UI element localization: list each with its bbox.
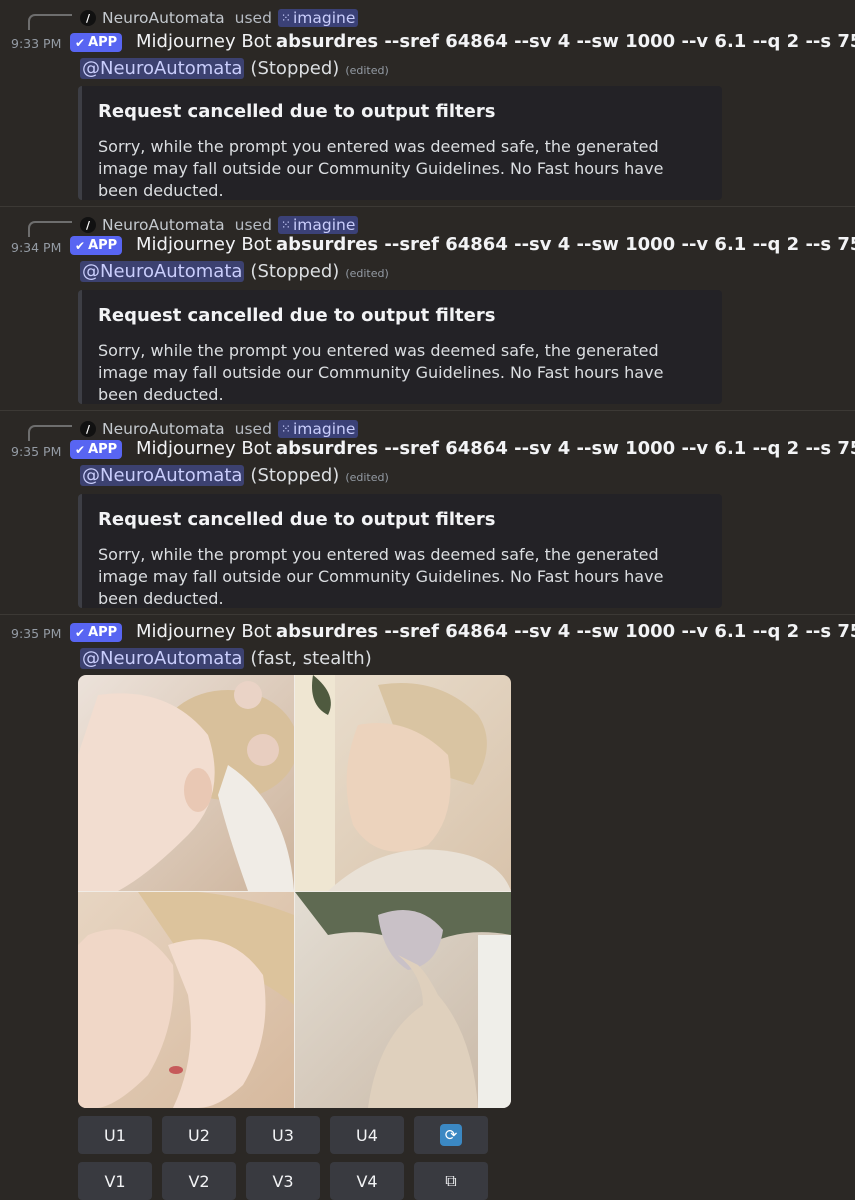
reply-username[interactable]: NeuroAutomata [102,420,225,438]
reroll-button[interactable]: ⟳ [414,1116,488,1154]
embed-description: Sorry, while the prompt you entered was … [98,137,664,200]
reply-username[interactable]: NeuroAutomata [102,9,225,27]
command-name: imagine [292,9,356,27]
slash-command-icon: / [80,421,96,437]
generated-image-grid[interactable] [78,675,511,1108]
grid-dots-icon: ⁙ [280,422,291,436]
upscale-3-button[interactable]: U3 [246,1116,320,1154]
user-mention[interactable]: @NeuroAutomata [80,261,245,282]
prompt-text: absurdres --sref 64864 --sv 4 --sw 1000 … [276,621,855,642]
message-line2: @NeuroAutomata (Stopped) (edited) [80,261,389,282]
bot-name[interactable]: Midjourney Bot [136,31,272,52]
slash-command-icon: / [80,10,96,26]
timestamp[interactable]: 9:35 PM [11,444,61,459]
bot-name[interactable]: Midjourney Bot [136,234,272,255]
checkmark-icon: ✔ [75,238,86,253]
prompt-text: absurdres --sref 64864 --sv 4 --sw 1000 … [276,234,855,255]
variation-4-button[interactable]: V4 [330,1162,404,1200]
grid-dots-icon: ⁙ [280,218,291,232]
user-mention[interactable]: @NeuroAutomata [80,648,245,669]
reply-connector [28,14,72,30]
reply-used-text: used [234,216,272,234]
upscale-1-button[interactable]: U1 [78,1116,152,1154]
prompt-text: absurdres --sref 64864 --sv 4 --sw 1000 … [276,31,855,52]
edited-label: (edited) [345,267,389,280]
command-pill[interactable]: ⁙ imagine [277,420,359,438]
edited-label: (edited) [345,64,389,77]
app-badge-label: APP [88,35,118,50]
image-quadrant-3 [78,890,294,1108]
app-badge-label: APP [88,442,118,457]
upscale-2-button[interactable]: U2 [162,1116,236,1154]
status-text: (Stopped) [250,465,340,486]
embed-title: Request cancelled due to output filters [98,305,496,326]
user-mention[interactable]: @NeuroAutomata [80,465,245,486]
reply-used-text: used [234,420,272,438]
app-badge: ✔ APP [70,623,123,642]
checkmark-icon: ✔ [75,35,86,50]
app-badge: ✔ APP [70,236,123,255]
embed-title: Request cancelled due to output filters [98,101,496,122]
command-name: imagine [292,216,356,234]
image-grid-artwork [78,675,511,1108]
variation-2-button[interactable]: V2 [162,1162,236,1200]
refresh-icon: ⟳ [440,1124,462,1146]
reply-context[interactable]: / NeuroAutomata used ⁙ imagine [80,7,359,29]
message: / NeuroAutomata used ⁙ imagine 9:34 PM ✔… [0,207,855,410]
reply-connector [28,221,72,237]
open-web-button[interactable]: ⧉ [414,1162,488,1200]
timestamp[interactable]: 9:34 PM [11,240,61,255]
embed-description: Sorry, while the prompt you entered was … [98,545,664,608]
image-quadrant-1 [78,675,298,891]
variation-3-button[interactable]: V3 [246,1162,320,1200]
external-link-icon: ⧉ [445,1171,457,1190]
embed: Request cancelled due to output filters … [78,494,722,608]
reply-connector [28,425,72,441]
status-text: (fast, stealth) [250,648,372,669]
message-line2: @NeuroAutomata (Stopped) (edited) [80,465,389,486]
status-text: (Stopped) [250,261,340,282]
slash-command-icon: / [80,217,96,233]
reply-context[interactable]: / NeuroAutomata used ⁙ imagine [80,418,359,440]
command-pill[interactable]: ⁙ imagine [277,9,359,27]
command-pill[interactable]: ⁙ imagine [277,216,359,234]
prompt-text: absurdres --sref 64864 --sv 4 --sw 1000 … [276,438,855,459]
reply-used-text: used [234,9,272,27]
checkmark-icon: ✔ [75,442,86,457]
checkmark-icon: ✔ [75,625,86,640]
grid-dots-icon: ⁙ [280,11,291,25]
user-mention[interactable]: @NeuroAutomata [80,58,245,79]
app-badge: ✔ APP [70,33,123,52]
bot-name[interactable]: Midjourney Bot [136,438,272,459]
image-quadrant-2 [295,675,511,891]
variation-1-button[interactable]: V1 [78,1162,152,1200]
message: / NeuroAutomata used ⁙ imagine 9:35 PM ✔… [0,411,855,614]
message-line2: @NeuroAutomata (fast, stealth) [80,648,372,669]
timestamp[interactable]: 9:35 PM [11,626,61,641]
status-text: (Stopped) [250,58,340,79]
embed: Request cancelled due to output filters … [78,86,722,200]
message: / NeuroAutomata used ⁙ imagine 9:33 PM ✔… [0,0,855,206]
message-line2: @NeuroAutomata (Stopped) (edited) [80,58,389,79]
edited-label: (edited) [345,471,389,484]
reply-context[interactable]: / NeuroAutomata used ⁙ imagine [80,214,359,236]
app-badge-label: APP [88,238,118,253]
reply-username[interactable]: NeuroAutomata [102,216,225,234]
embed: Request cancelled due to output filters … [78,290,722,404]
app-badge-label: APP [88,625,118,640]
app-badge: ✔ APP [70,440,123,459]
bot-name[interactable]: Midjourney Bot [136,621,272,642]
embed-title: Request cancelled due to output filters [98,509,496,530]
embed-description: Sorry, while the prompt you entered was … [98,341,664,404]
image-quadrant-4 [295,892,511,1108]
upscale-4-button[interactable]: U4 [330,1116,404,1154]
command-name: imagine [292,420,356,438]
timestamp[interactable]: 9:33 PM [11,36,61,51]
